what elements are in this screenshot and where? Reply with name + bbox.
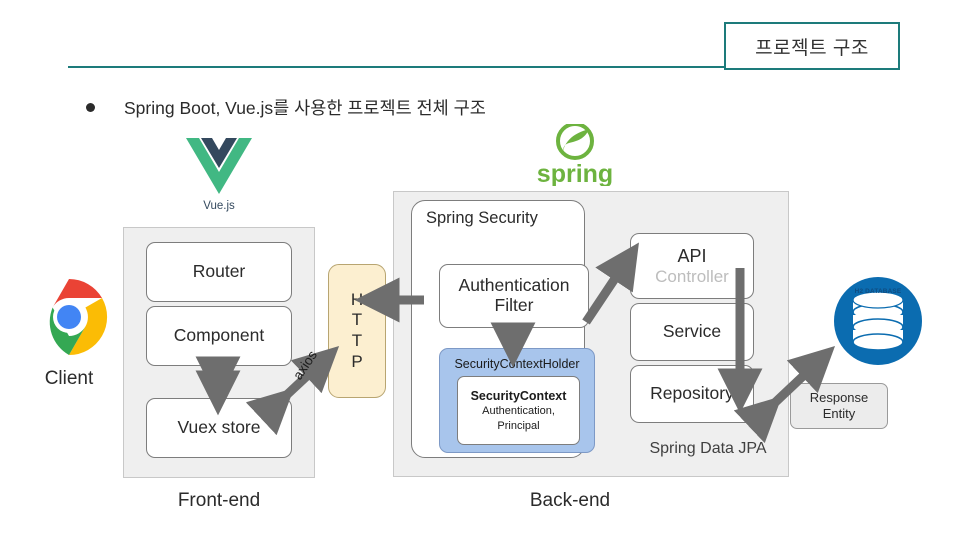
slide-canvas: 프로젝트 구조 Spring Boot, Vue.js를 사용한 프로젝트 전체… <box>0 0 960 540</box>
node-component[interactable]: Component <box>146 306 292 366</box>
node-vuex-store[interactable]: Vuex store <box>146 398 292 458</box>
node-component-label: Component <box>173 325 265 346</box>
spring-security-title: Spring Security <box>426 209 538 227</box>
api-label: API <box>677 246 707 267</box>
controller-label: Controller <box>655 266 729 286</box>
svg-text:spring: spring <box>537 160 613 186</box>
h2-database-logo-icon <box>834 277 922 365</box>
repository-label: Repository <box>650 383 734 404</box>
bullet-row: Spring Boot, Vue.js를 사용한 프로젝트 전체 구조 <box>86 95 486 120</box>
node-api-controller[interactable]: API Controller <box>630 233 754 299</box>
chrome-logo-icon <box>31 278 108 356</box>
frontend-group-label: Front-end <box>177 490 261 511</box>
response-entity-line2: Entity <box>822 406 856 421</box>
http-letter-p: P <box>351 351 363 371</box>
http-letter-t1: T <box>351 310 363 330</box>
security-context-sub1: Authentication, <box>482 405 555 418</box>
auth-filter-line1: Authentication <box>458 275 570 296</box>
security-context-holder[interactable]: SecurityContextHolder SecurityContext Au… <box>439 348 595 453</box>
node-service[interactable]: Service <box>630 303 754 361</box>
security-context-box[interactable]: SecurityContext Authentication, Principa… <box>457 376 580 445</box>
security-context-sub2: Principal <box>497 419 540 432</box>
bullet-text: Spring Boot, Vue.js를 사용한 프로젝트 전체 구조 <box>124 98 486 118</box>
node-authentication-filter[interactable]: Authentication Filter <box>439 264 589 328</box>
node-router[interactable]: Router <box>146 242 292 302</box>
spring-logo-icon: spring <box>537 124 613 186</box>
security-context-holder-label: SecurityContextHolder <box>454 357 580 371</box>
node-router-label: Router <box>192 261 246 282</box>
http-letter-h: H <box>350 289 364 309</box>
node-repository[interactable]: Repository <box>630 365 754 423</box>
backend-group-label: Back-end <box>529 490 611 511</box>
http-letter-t2: T <box>351 331 363 350</box>
client-label: Client <box>44 368 94 389</box>
spring-data-jpa-label: Spring Data JPA <box>649 440 767 457</box>
h2-database-caption: H2 DATABASE <box>854 288 902 295</box>
vuejs-logo-caption: Vue.js <box>203 200 235 212</box>
page-title: 프로젝트 구조 <box>755 37 869 59</box>
response-entity-callout: Response Entity <box>790 383 888 429</box>
node-vuex-store-label: Vuex store <box>177 417 261 438</box>
response-entity-line1: Response <box>809 390 869 406</box>
vuejs-logo-icon <box>186 138 252 194</box>
bullet-dot-icon <box>86 103 95 112</box>
service-label: Service <box>662 321 722 342</box>
http-channel[interactable]: H T T P <box>328 264 386 398</box>
auth-filter-line2: Filter <box>494 295 534 315</box>
slide-title-box: 프로젝트 구조 <box>724 22 900 70</box>
security-context-title: SecurityContext <box>470 389 567 404</box>
